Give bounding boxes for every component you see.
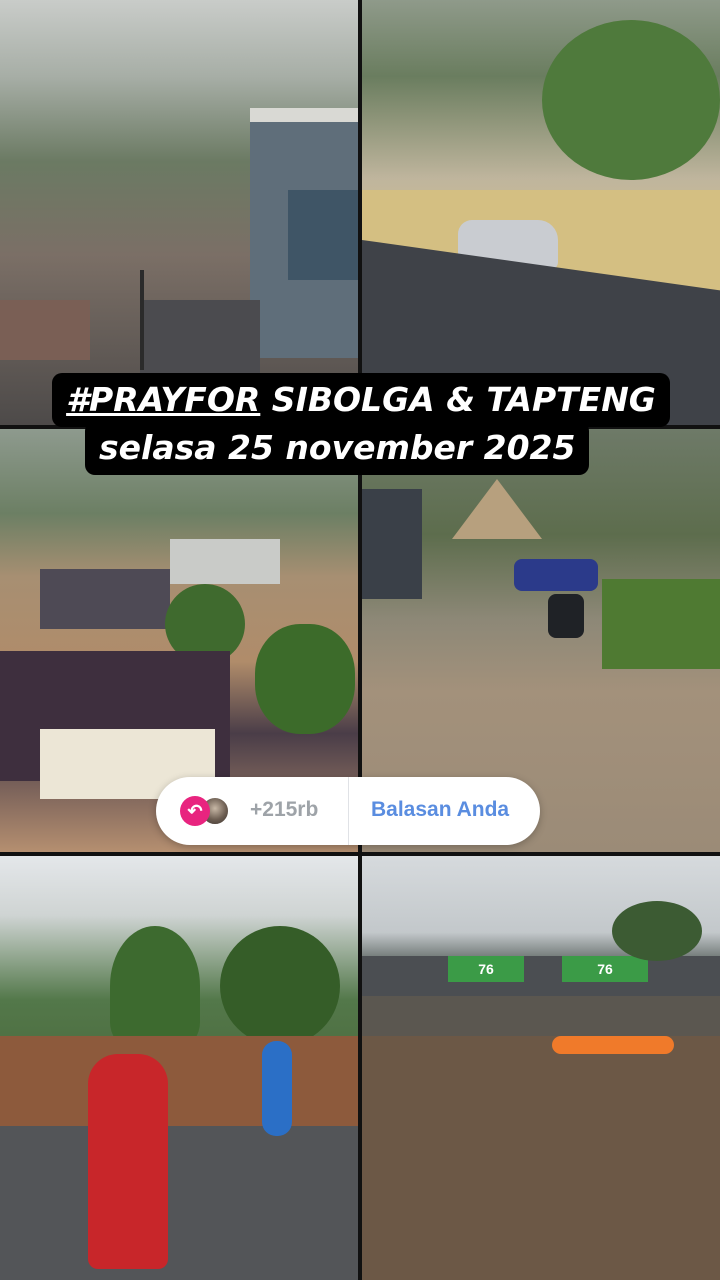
title-location: SIBOLGA & TAPTENG bbox=[260, 380, 656, 419]
rescuer-red-suit bbox=[88, 1054, 168, 1269]
palm-tree bbox=[110, 926, 200, 1046]
house-roof bbox=[170, 539, 280, 584]
hill-landslide bbox=[452, 479, 542, 539]
subtitle-date: selasa 25 november 2025 bbox=[85, 421, 590, 475]
title-text: #PRAYFOR SIBOLGA & TAPTENG bbox=[52, 373, 670, 427]
shop-front bbox=[362, 996, 720, 1041]
shop-awning bbox=[362, 956, 720, 996]
photo-landslide-rescuers bbox=[0, 856, 358, 1280]
photo-flood-rescue-boat: 76 76 bbox=[362, 856, 720, 1280]
house-roof bbox=[40, 569, 170, 629]
motorbike bbox=[548, 594, 584, 638]
shop-building bbox=[362, 489, 422, 599]
your-reply-button[interactable]: Balasan Anda bbox=[371, 798, 509, 822]
palm-tree bbox=[612, 901, 702, 961]
rescue-boat bbox=[552, 1036, 674, 1054]
green-verge bbox=[602, 579, 720, 669]
flood-water bbox=[362, 1036, 720, 1280]
title-line-1: #PRAYFOR SIBOLGA & TAPTENG bbox=[30, 373, 692, 427]
shop-sign: 76 bbox=[562, 956, 648, 982]
reply-summary-pill[interactable]: ↶ +215rb Balasan Anda bbox=[156, 777, 540, 845]
shop-sign: 76 bbox=[448, 956, 524, 982]
palm-tree bbox=[220, 926, 340, 1046]
photo-city-rain bbox=[0, 0, 358, 425]
hashtag[interactable]: #PRAYFOR bbox=[66, 380, 260, 419]
divider bbox=[348, 777, 349, 845]
title-line-2: selasa 25 november 2025 bbox=[85, 421, 590, 475]
photo-flooded-street-car bbox=[362, 0, 720, 425]
photo-collage: 76 76 bbox=[0, 0, 720, 1280]
building-window bbox=[288, 190, 358, 280]
tree bbox=[255, 624, 355, 734]
roof bbox=[0, 300, 90, 360]
tree-canopy bbox=[542, 20, 720, 180]
reply-count[interactable]: +215rb bbox=[250, 798, 318, 822]
reply-arrow-icon[interactable]: ↶ bbox=[180, 796, 210, 826]
wet-road bbox=[0, 1126, 358, 1280]
rescuer-blue-raincoat bbox=[262, 1041, 292, 1136]
utility-pole bbox=[140, 270, 144, 370]
van bbox=[514, 559, 598, 591]
